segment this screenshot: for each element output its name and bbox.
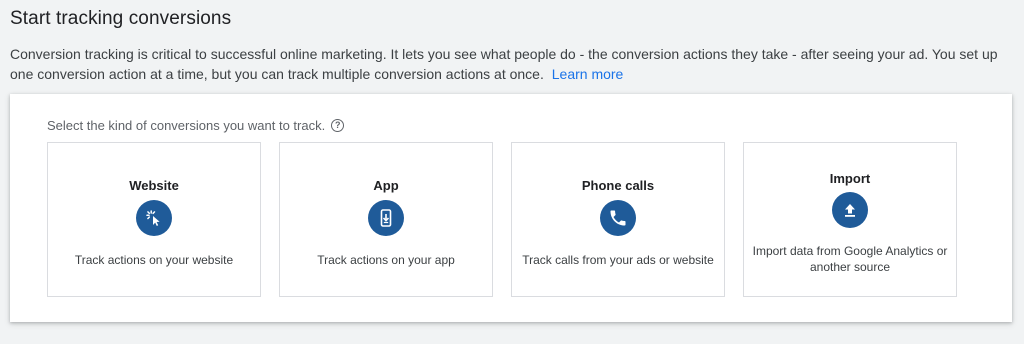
select-prompt: Select the kind of conversions you want … [47,118,345,133]
card-phone-calls-description: Track calls from your ads or website [522,253,714,267]
card-app-description: Track actions on your app [317,253,455,267]
card-website-description: Track actions on your website [74,253,234,267]
card-phone-calls-title: Phone calls [581,178,655,193]
card-website[interactable]: Website Track actions on your website [47,142,261,297]
intro-text: Conversion tracking is critical to succe… [10,44,1015,84]
select-prompt-label: Select the kind of conversions you want … [47,118,326,133]
upload-icon [832,192,868,228]
card-import-description: Import data from Google Analytics or ano… [752,244,948,274]
card-import[interactable]: Import Import data from Google Analytics… [743,142,957,297]
cursor-click-icon [136,200,172,236]
conversion-type-panel: Select the kind of conversions you want … [10,94,1012,322]
learn-more-link[interactable]: Learn more [552,66,624,82]
mobile-download-icon [368,200,404,236]
page-title: Start tracking conversions [10,8,232,29]
card-website-title: Website [129,178,179,193]
help-icon[interactable]: ? [331,119,345,132]
phone-icon [600,200,636,236]
card-import-title: Import [829,171,871,186]
card-app[interactable]: App Track actions on your app [279,142,493,297]
card-phone-calls[interactable]: Phone calls Track calls from your ads or… [511,142,725,297]
card-app-title: App [373,178,399,193]
intro-paragraph: Conversion tracking is critical to succe… [10,46,998,82]
